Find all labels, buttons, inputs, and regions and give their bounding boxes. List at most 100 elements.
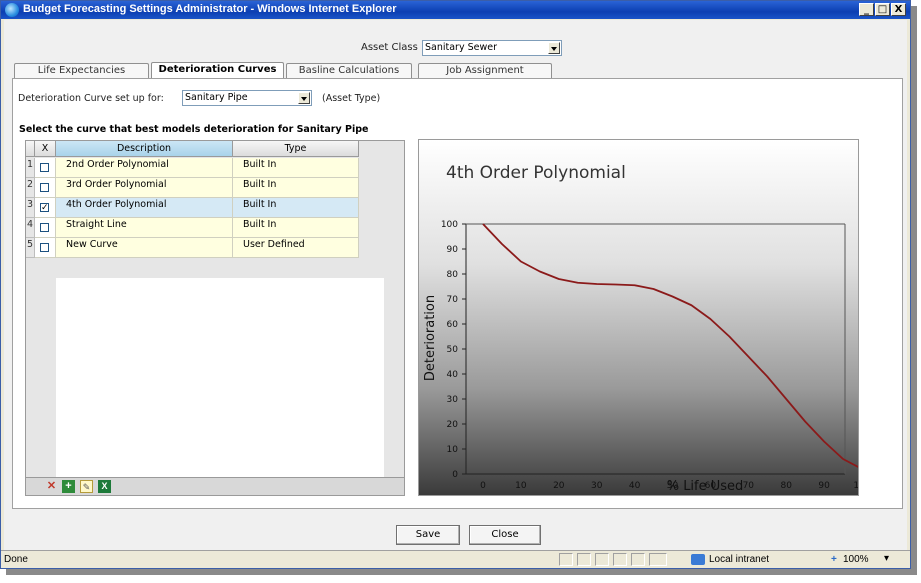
row-type: Built In <box>233 198 359 218</box>
asset-class-select[interactable]: Sanitary Sewer <box>422 40 562 56</box>
window-title: Budget Forecasting Settings Administrato… <box>23 3 397 15</box>
y-tick-label: 100 <box>441 220 458 230</box>
table-row-selected[interactable]: 3 4th Order Polynomial Built In <box>26 198 384 218</box>
tab-life-expectancies[interactable]: Life Expectancies <box>14 63 149 78</box>
status-cell <box>631 553 645 566</box>
chart-svg: 4th Order Polynomial % Life Used Deterio… <box>423 163 871 494</box>
window-controls: _ □ X <box>859 3 906 16</box>
chart-ticks: 0 10 20 30 40 50 60 70 80 90 100 0 10 20 30 40 50 60 70 80 9… <box>441 220 871 491</box>
asset-type-select[interactable]: Sanitary Pipe <box>182 90 312 106</box>
row-number: 5 <box>26 238 35 258</box>
asset-type-value: Sanitary Pipe <box>185 92 248 103</box>
table-row[interactable]: 4 Straight Line Built In <box>26 218 384 238</box>
security-zone: Local intranet <box>709 554 770 565</box>
row-description: New Curve <box>56 238 233 258</box>
x-tick-label: 10 <box>515 481 527 491</box>
chevron-down-icon[interactable] <box>548 42 560 54</box>
tab-basline-calculations[interactable]: Basline Calculations <box>286 63 412 78</box>
x-tick-label: 80 <box>780 481 792 491</box>
row-description: 3rd Order Polynomial <box>56 178 233 198</box>
y-tick-label: 70 <box>447 295 459 305</box>
x-tick-label: 40 <box>629 481 641 491</box>
tab-deterioration-curves[interactable]: Deterioration Curves <box>151 62 284 79</box>
y-axis-label: Deterioration <box>423 295 438 381</box>
grid-toolbar: ✕ + ✎ X <box>26 477 404 495</box>
asset-class-row: Asset Class Sanitary Sewer <box>4 40 907 58</box>
y-tick-label: 40 <box>447 370 459 380</box>
delete-icon[interactable]: ✕ <box>45 480 58 493</box>
maximize-button[interactable]: □ <box>875 3 890 16</box>
col-header-x[interactable]: X <box>35 141 56 157</box>
close-button[interactable]: Close <box>469 525 541 545</box>
row-checkbox[interactable] <box>40 183 49 192</box>
row-number: 4 <box>26 218 35 238</box>
row-checkbox[interactable] <box>40 163 49 172</box>
y-tick-label: 30 <box>447 395 459 405</box>
col-header-description[interactable]: Description <box>56 141 233 157</box>
tab-job-assignment[interactable]: Job Assignment <box>418 63 552 78</box>
zoom-icon[interactable]: + <box>831 554 837 565</box>
row-description: Straight Line <box>56 218 233 238</box>
edit-icon[interactable]: ✎ <box>80 480 93 493</box>
status-cell <box>649 553 667 566</box>
excel-icon[interactable]: X <box>98 480 111 493</box>
deterioration-chart: 4th Order Polynomial % Life Used Deterio… <box>418 139 871 496</box>
row-checkbox-checked[interactable] <box>40 201 49 215</box>
table-row[interactable]: 1 2nd Order Polynomial Built In <box>26 158 384 178</box>
close-window-button[interactable]: X <box>891 3 906 16</box>
x-tick-label: 90 <box>818 481 830 491</box>
zoom-level[interactable]: 100% <box>843 554 869 565</box>
curve-setup-label: Deterioration Curve set up for: <box>18 93 164 104</box>
minimize-button[interactable]: _ <box>859 3 874 16</box>
row-checkbox[interactable] <box>40 223 49 232</box>
row-number: 3 <box>26 198 35 218</box>
row-checkbox-cell <box>35 218 56 238</box>
status-bar: Done Local intranet + 100% ▾ <box>1 550 910 568</box>
status-cell <box>577 553 591 566</box>
grid-header: X Description Type <box>26 141 384 157</box>
row-checkbox-cell <box>35 178 56 198</box>
row-checkbox[interactable] <box>40 243 49 252</box>
asset-type-suffix: (Asset Type) <box>322 93 381 104</box>
table-row[interactable]: 2 3rd Order Polynomial Built In <box>26 178 384 198</box>
y-tick-label: 20 <box>447 420 459 430</box>
x-tick-label: 0 <box>480 481 486 491</box>
col-header-type[interactable]: Type <box>233 141 359 157</box>
chevron-down-icon[interactable] <box>298 92 310 104</box>
row-checkbox-cell <box>35 238 56 258</box>
x-tick-label: 100 <box>853 481 858 491</box>
x-tick-label: 30 <box>591 481 603 491</box>
ie-logo-icon <box>5 3 19 17</box>
asset-class-label: Asset Class <box>361 42 418 53</box>
row-number: 1 <box>26 158 35 178</box>
y-tick-label: 60 <box>447 320 459 330</box>
row-type: Built In <box>233 218 359 238</box>
chart-axes <box>465 223 846 475</box>
row-type: Built In <box>233 178 359 198</box>
table-row[interactable]: 5 New Curve User Defined <box>26 238 384 258</box>
status-cell <box>595 553 609 566</box>
row-num-header <box>26 141 35 157</box>
browser-window: Budget Forecasting Settings Administrato… <box>0 0 911 569</box>
page-content: Asset Class Sanitary Sewer Life Expectan… <box>4 20 907 550</box>
curve-grid: X Description Type 1 2nd Order Polynomia… <box>25 140 405 496</box>
series-line <box>482 223 863 470</box>
row-checkbox-cell <box>35 198 56 218</box>
add-icon[interactable]: + <box>62 480 75 493</box>
select-curve-heading: Select the curve that best models deteri… <box>19 124 369 135</box>
status-cell <box>559 553 573 566</box>
status-text: Done <box>4 554 28 565</box>
row-number: 2 <box>26 178 35 198</box>
row-description: 4th Order Polynomial <box>56 198 233 218</box>
row-description: 2nd Order Polynomial <box>56 158 233 178</box>
chart-series <box>482 223 863 470</box>
chevron-down-icon[interactable]: ▾ <box>884 553 889 564</box>
network-icon <box>691 554 705 565</box>
chart-title: 4th Order Polynomial <box>446 163 626 183</box>
y-tick-label: 80 <box>447 270 459 280</box>
status-cell <box>613 553 627 566</box>
save-button[interactable]: Save <box>396 525 460 545</box>
y-tick-label: 0 <box>452 470 458 480</box>
row-checkbox-cell <box>35 158 56 178</box>
x-tick-label: 20 <box>553 481 565 491</box>
